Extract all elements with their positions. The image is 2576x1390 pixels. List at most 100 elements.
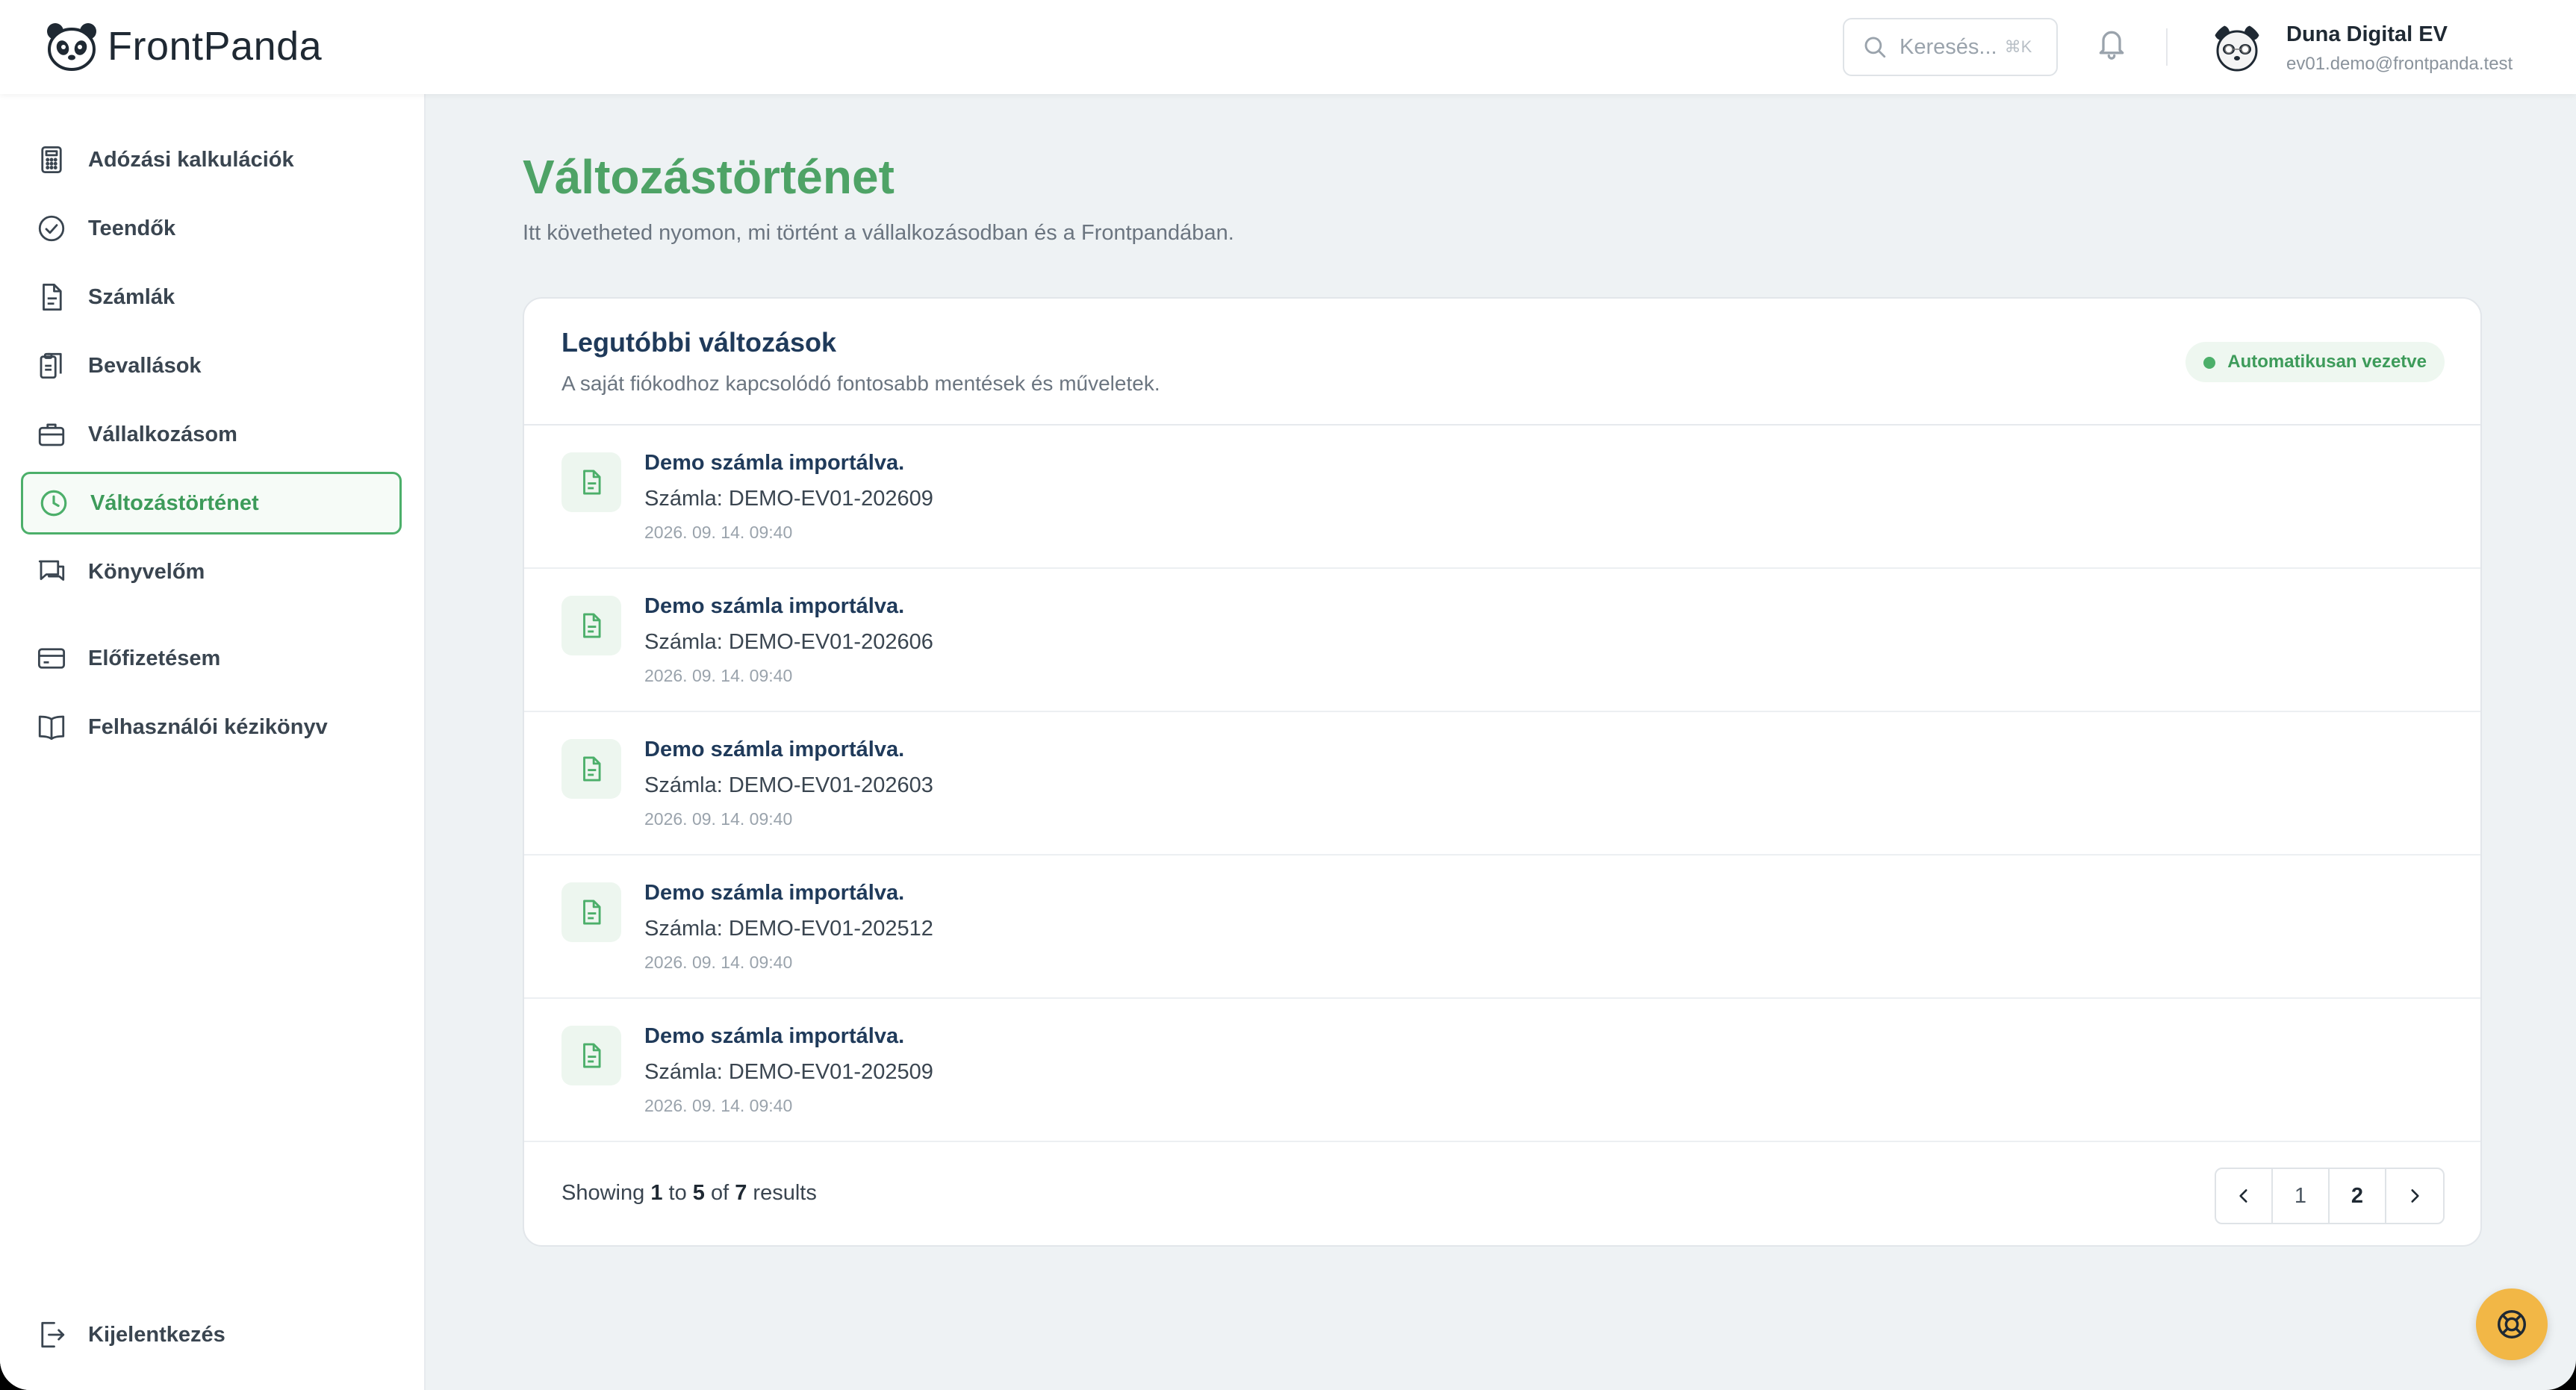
document-icon: [43, 283, 62, 311]
avatar[interactable]: [2212, 22, 2262, 73]
chat-icon: [38, 560, 65, 581]
entry-title: Demo számla importálva.: [644, 451, 905, 475]
status-dot: [2203, 357, 2216, 369]
sidebar-item-user-manual[interactable]: Felhasználói kézikönyv: [21, 696, 402, 758]
search-shortcut: ⌘K: [2004, 37, 2032, 56]
sidebar-item-label: Bevallások: [88, 353, 202, 378]
top-bar: FrontPanda Keresés... ⌘K Duna Digital EV…: [0, 0, 2576, 94]
sidebar-item-tasks[interactable]: Teendők: [21, 197, 402, 260]
results-to: 5: [692, 1181, 705, 1205]
entry-detail: Számla: DEMO-EV01-202606: [644, 630, 933, 654]
results-of-word: of: [710, 1181, 729, 1205]
card-header: Legutóbbi változások A saját fiókodhoz k…: [524, 299, 2480, 426]
results-from: 1: [650, 1181, 663, 1205]
list-item: Demo számla importálva. Számla: DEMO-EV0…: [524, 855, 2480, 999]
showing-prefix: Showing: [561, 1181, 645, 1205]
entry-title: Demo számla importálva.: [644, 881, 905, 905]
sidebar: Adózási kalkulációk Teendők Számlák Beva…: [0, 94, 426, 1390]
pagination: 1 2: [2215, 1168, 2445, 1224]
next-page-button[interactable]: [2386, 1169, 2443, 1223]
entry-detail: Számla: DEMO-EV01-202512: [644, 917, 933, 941]
document-icon: [583, 1043, 601, 1068]
sidebar-item-label: Felhasználói kézikönyv: [88, 714, 328, 739]
list-item: Demo számla importálva. Számla: DEMO-EV0…: [524, 569, 2480, 712]
user-name[interactable]: Duna Digital EV: [2286, 22, 2448, 47]
search-input[interactable]: Keresés... ⌘K: [1843, 18, 2058, 76]
status-badge: Automatikusan vezetve: [2185, 342, 2445, 382]
clock-icon: [40, 490, 67, 517]
sidebar-item-change-history[interactable]: Változástörténet: [21, 472, 402, 535]
document-icon: [583, 613, 601, 638]
entry-title: Demo számla importálva.: [644, 1024, 905, 1048]
entry-icon: [561, 882, 621, 942]
page-title: Változástörténet: [523, 150, 895, 204]
sidebar-item-label: Adózási kalkulációk: [88, 147, 294, 172]
search-icon: [1864, 37, 1886, 58]
sidebar-item-invoices[interactable]: Számlák: [21, 266, 402, 328]
entry-title: Demo számla importálva.: [644, 738, 905, 761]
panda-avatar-icon: [2215, 25, 2259, 72]
entry-icon: [561, 596, 621, 655]
card-subtitle: A saját fiókodhoz kapcsolódó fontosabb m…: [561, 372, 1160, 395]
page-2-button[interactable]: 2: [2330, 1169, 2386, 1223]
document-icon: [583, 900, 601, 925]
page-1-button[interactable]: 1: [2273, 1169, 2330, 1223]
results-total: 7: [735, 1181, 747, 1205]
list-item: Demo számla importálva. Számla: DEMO-EV0…: [524, 712, 2480, 855]
sidebar-item-label: Változástörténet: [90, 490, 259, 515]
page-subtitle: Itt követheted nyomon, mi történt a váll…: [523, 221, 1234, 245]
book-icon: [38, 715, 65, 741]
search-placeholder: Keresés...: [1900, 34, 1997, 59]
results-to-word: to: [668, 1181, 687, 1205]
clipboard-icon: [40, 352, 62, 379]
entry-timestamp: 2026. 09. 14. 09:40: [644, 953, 793, 972]
sidebar-item-subscription[interactable]: Előfizetésem: [21, 627, 402, 690]
status-badge-label: Automatikusan vezetve: [2227, 352, 2427, 372]
entry-detail: Számla: DEMO-EV01-202509: [644, 1060, 933, 1084]
chevron-right-icon: [2411, 1189, 2419, 1203]
list-item: Demo számla importálva. Számla: DEMO-EV0…: [524, 999, 2480, 1142]
document-icon: [583, 470, 601, 495]
sidebar-item-logout[interactable]: Kijelentkezés: [21, 1303, 402, 1366]
sidebar-item-label: Teendők: [88, 216, 176, 240]
chevron-left-icon: [2239, 1189, 2247, 1203]
header-divider: [2166, 28, 2168, 66]
credit-card-icon: [37, 648, 66, 669]
notification-bell-icon[interactable]: [2095, 25, 2128, 61]
sidebar-item-label: Könyvelőm: [88, 559, 205, 584]
entry-timestamp: 2026. 09. 14. 09:40: [644, 523, 793, 542]
entry-timestamp: 2026. 09. 14. 09:40: [644, 809, 793, 829]
sidebar-item-label: Számlák: [88, 284, 175, 309]
document-icon: [583, 756, 601, 782]
results-summary: Showing 1 to 5 of 7 results: [561, 1181, 817, 1206]
entry-detail: Számla: DEMO-EV01-202603: [644, 773, 933, 797]
sidebar-item-tax-calculations[interactable]: Adózási kalkulációk: [21, 128, 402, 191]
app-name: FrontPanda: [108, 24, 323, 69]
sidebar-item-label: Vállalkozásom: [88, 422, 237, 446]
entry-detail: Számla: DEMO-EV01-202609: [644, 487, 933, 511]
app-window: FrontPanda Keresés... ⌘K Duna Digital EV…: [0, 0, 2576, 1390]
entry-icon: [561, 739, 621, 799]
sidebar-item-accountant[interactable]: Könyvelőm: [21, 540, 402, 603]
entry-icon: [561, 1026, 621, 1085]
results-word: results: [753, 1181, 817, 1205]
calculator-icon: [41, 146, 62, 174]
entry-timestamp: 2026. 09. 14. 09:40: [644, 666, 793, 685]
help-button[interactable]: [2476, 1288, 2548, 1360]
recent-changes-card: Legutóbbi változások A saját fiókodhoz k…: [523, 297, 2482, 1247]
sidebar-item-label: Kijelentkezés: [88, 1322, 225, 1347]
check-circle-icon: [38, 215, 65, 242]
entry-timestamp: 2026. 09. 14. 09:40: [644, 1096, 793, 1115]
sidebar-item-my-business[interactable]: Vállalkozásom: [21, 403, 402, 466]
logout-icon: [41, 1321, 65, 1348]
app-logo[interactable]: FrontPanda: [45, 21, 322, 72]
list-item: Demo számla importálva. Számla: DEMO-EV0…: [524, 426, 2480, 569]
briefcase-icon: [38, 423, 65, 446]
card-title: Legutóbbi változások: [561, 327, 837, 358]
panda-logo-icon: [47, 23, 96, 71]
entry-icon: [561, 452, 621, 512]
previous-page-button[interactable]: [2216, 1169, 2273, 1223]
card-footer: Showing 1 to 5 of 7 results 1 2: [524, 1142, 2480, 1245]
sidebar-item-tax-returns[interactable]: Bevallások: [21, 334, 402, 397]
sidebar-item-label: Előfizetésem: [88, 646, 221, 670]
